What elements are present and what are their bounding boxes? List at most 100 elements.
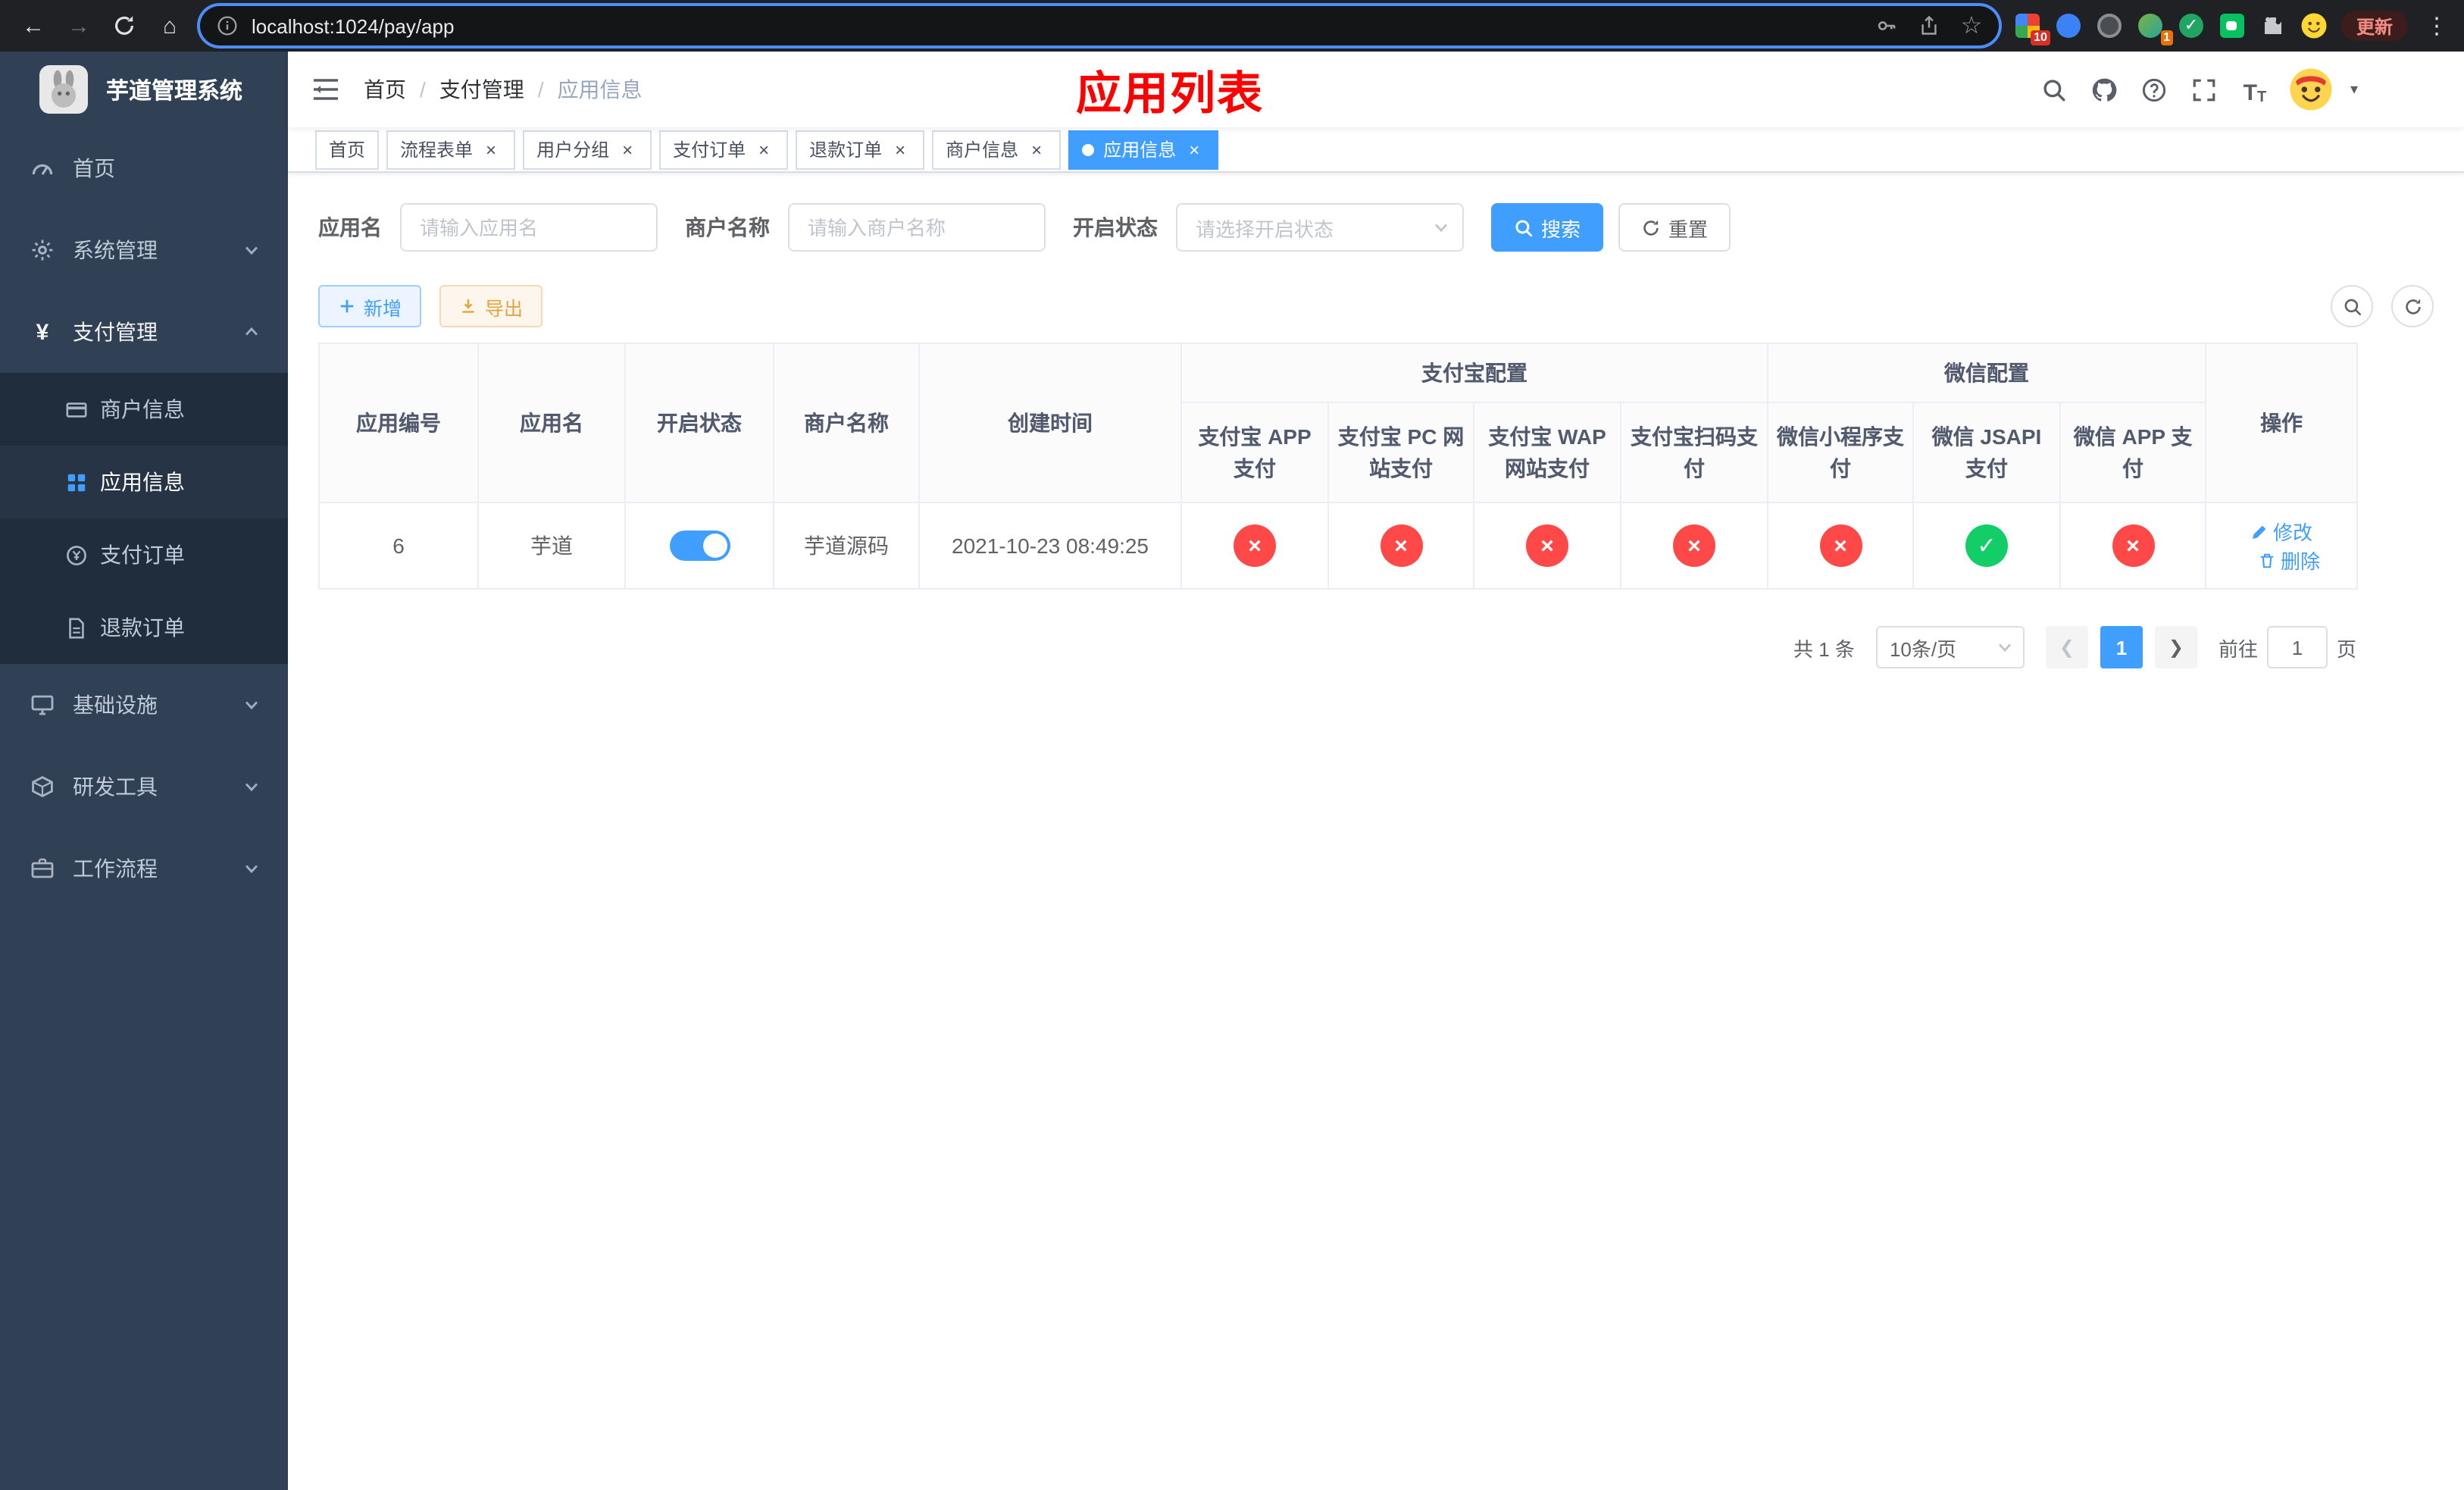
browser-update-button[interactable]: 更新 <box>2340 11 2408 41</box>
site-info-icon[interactable] <box>215 14 239 38</box>
col-alipay-app: 支付宝 APP 支付 <box>1180 402 1329 503</box>
tab-process-form[interactable]: 流程表单 × <box>386 130 516 169</box>
search-button[interactable]: 搜索 <box>1491 203 1604 252</box>
app-table: 应用编号 应用名 开启状态 商户名称 创建时间 支付宝配置 微信配置 操作 支付… <box>318 343 2359 590</box>
extension-wechat-devtools-icon[interactable] <box>2219 12 2246 39</box>
tab-close-icon[interactable]: × <box>753 139 774 160</box>
extension-avatar-icon[interactable]: 1 <box>2137 12 2173 45</box>
extension-colors-icon[interactable]: 10 <box>2014 12 2050 45</box>
yen-icon: ¥ <box>36 319 49 345</box>
reload-button[interactable] <box>103 5 145 47</box>
reload-icon <box>115 16 133 35</box>
tab-user-group[interactable]: 用户分组 × <box>523 130 652 169</box>
forward-button[interactable]: → <box>58 5 100 47</box>
col-alipay-pc: 支付宝 PC 网站支付 <box>1327 402 1474 503</box>
payment-submenu: 商户信息 应用信息 支付订单 退款订单 <box>0 373 288 664</box>
sidebar-item-refund-orders[interactable]: 退款订单 <box>0 591 288 664</box>
extension-blue-icon[interactable] <box>2055 12 2082 39</box>
delete-link[interactable]: 删除 <box>2258 546 2320 574</box>
tab-payment-orders[interactable]: 支付订单 × <box>659 130 789 169</box>
gear-icon <box>30 238 55 262</box>
tab-label: 商户信息 <box>946 139 1019 161</box>
address-bar[interactable]: localhost:1024/pay/app ☆ <box>200 6 1999 45</box>
browser-menu-icon[interactable]: ⋮ <box>2422 12 2452 39</box>
tab-close-icon[interactable]: × <box>1026 139 1047 160</box>
extension-green-check-icon[interactable]: ✓ <box>2178 12 2205 39</box>
fullscreen-icon[interactable] <box>2188 73 2222 106</box>
col-group-alipay: 支付宝配置 <box>1180 343 1768 403</box>
reset-button[interactable]: 重置 <box>1618 203 1731 252</box>
chevron-down-icon <box>242 778 261 796</box>
page-number-button[interactable]: 1 <box>2100 626 2143 668</box>
tags-view: 首页 流程表单 × 用户分组 × 支付订单 × 退款订单 × 商户信息 × 应用… <box>288 127 2464 173</box>
breadcrumb-payment[interactable]: 支付管理 <box>439 74 524 105</box>
password-key-icon[interactable] <box>1875 14 1899 38</box>
grid-icon <box>64 470 88 494</box>
chevron-up-icon <box>242 323 261 341</box>
briefcase-icon <box>30 856 55 881</box>
sidebar: 芋道管理系统 首页 系统管理 ¥ 支付管理 商户信息 应用信息 支付订单 退款订… <box>0 52 288 1490</box>
screen: ← → ⌂ localhost:1024/pay/app ☆ 10 1 ✓ 更新… <box>0 0 2464 1490</box>
user-avatar[interactable] <box>2288 67 2334 112</box>
edit-link[interactable]: 修改 <box>2250 517 2312 546</box>
tab-app-info[interactable]: 应用信息 × <box>1068 130 1219 169</box>
status-select[interactable]: 请选择开启状态 <box>1176 203 1464 252</box>
sidebar-item-infrastructure[interactable]: 基础设施 <box>0 664 288 746</box>
alipay-qr-status-icon <box>1673 524 1715 567</box>
bookmark-star-icon[interactable]: ☆ <box>1959 14 1984 39</box>
add-button[interactable]: 新增 <box>318 285 422 327</box>
tab-label: 支付订单 <box>673 139 746 161</box>
prev-page-button[interactable]: ❮ <box>2045 626 2088 668</box>
home-button[interactable]: ⌂ <box>149 5 191 47</box>
breadcrumb-home[interactable]: 首页 <box>364 74 406 105</box>
github-icon[interactable] <box>2088 73 2122 106</box>
avatar-caret-icon[interactable]: ▾ <box>2350 81 2358 98</box>
tab-refund-orders[interactable]: 退款订单 × <box>796 130 925 169</box>
tab-close-icon[interactable]: × <box>617 139 638 160</box>
sidebar-menu: 首页 系统管理 ¥ 支付管理 商户信息 应用信息 支付订单 退款订单 基础设施 … <box>0 127 288 909</box>
sidebar-item-system[interactable]: 系统管理 <box>0 209 288 291</box>
extension-badge: 1 <box>2160 30 2173 45</box>
merchant-input[interactable] <box>788 203 1046 252</box>
sidebar-item-payment[interactable]: ¥ 支付管理 <box>0 291 288 373</box>
back-button[interactable]: ← <box>12 5 55 47</box>
cell-merchant: 芋道源码 <box>773 502 920 590</box>
omnibox-actions: ☆ <box>1875 14 1984 39</box>
sidebar-item-label: 基础设施 <box>73 693 158 717</box>
tab-merchant-info[interactable]: 商户信息 × <box>932 130 1062 169</box>
sidebar-item-payment-orders[interactable]: 支付订单 <box>0 518 288 591</box>
font-size-icon[interactable]: TT <box>2238 73 2272 106</box>
sidebar-item-home[interactable]: 首页 <box>0 127 288 209</box>
browser-profile-avatar[interactable] <box>2300 12 2328 39</box>
header-search-icon[interactable] <box>2038 73 2072 106</box>
export-button[interactable]: 导出 <box>439 285 543 327</box>
sidebar-item-merchant-info[interactable]: 商户信息 <box>0 373 288 446</box>
tab-home[interactable]: 首页 <box>315 130 380 169</box>
cell-status <box>624 502 774 590</box>
help-icon[interactable] <box>2138 73 2172 106</box>
sidebar-item-app-info[interactable]: 应用信息 <box>0 446 288 518</box>
tab-close-icon[interactable]: × <box>480 139 502 160</box>
col-wechat-app: 微信 APP 支付 <box>2059 402 2207 503</box>
page-size-select[interactable]: 10条/页 <box>1875 626 2025 668</box>
app-name-input[interactable] <box>400 203 658 252</box>
breadcrumb-separator: / <box>420 77 426 102</box>
toggle-search-button[interactable] <box>2331 285 2373 327</box>
sidebar-item-dev-tools[interactable]: 研发工具 <box>0 746 288 828</box>
sidebar-item-label: 系统管理 <box>73 238 158 262</box>
share-icon[interactable] <box>1917 14 1941 38</box>
tab-close-icon[interactable]: × <box>890 139 911 160</box>
col-merchant: 商户名称 <box>773 343 920 503</box>
chevron-down-icon <box>242 241 261 259</box>
tab-close-icon[interactable]: × <box>1184 139 1205 160</box>
status-toggle[interactable] <box>669 531 730 561</box>
goto-page-input[interactable] <box>2266 626 2328 668</box>
extensions-puzzle-icon[interactable] <box>2259 12 2287 39</box>
sidebar-item-workflow[interactable]: 工作流程 <box>0 828 288 909</box>
url-text[interactable]: localhost:1024/pay/app <box>252 14 1875 37</box>
next-page-button[interactable]: ❯ <box>2154 626 2197 668</box>
sidebar-logo-row[interactable]: 芋道管理系统 <box>0 52 288 127</box>
extension-dark-icon[interactable] <box>2096 12 2123 39</box>
refresh-table-button[interactable] <box>2391 285 2434 327</box>
hamburger-icon[interactable] <box>309 73 342 106</box>
